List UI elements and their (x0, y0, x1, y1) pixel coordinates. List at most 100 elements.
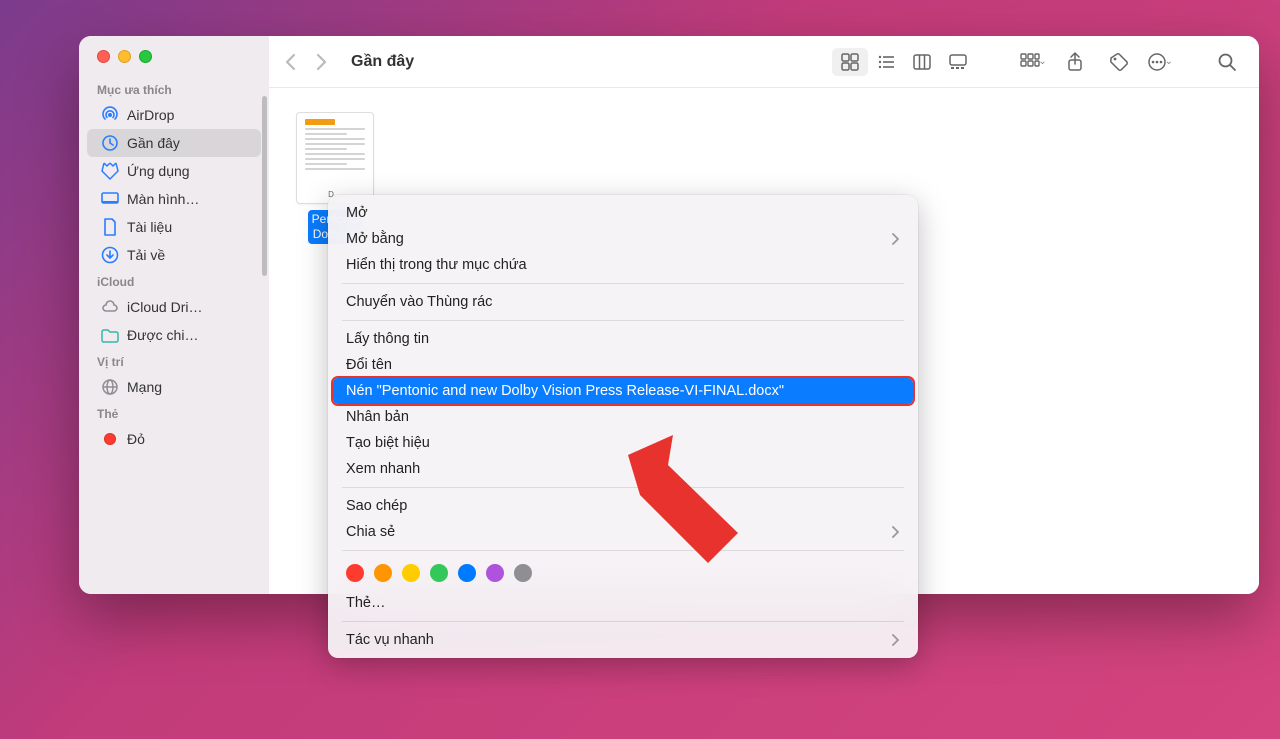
minimize-window-button[interactable] (118, 50, 131, 63)
tag-red-icon (101, 430, 119, 448)
sidebar-item-label: iCloud Dri… (127, 299, 202, 315)
download-icon (101, 246, 119, 264)
menu-item-label: Nén "Pentonic and new Dolby Vision Press… (346, 383, 784, 399)
menu-item-label: Tạo biệt hiệu (346, 435, 430, 451)
share-button[interactable] (1059, 48, 1091, 76)
menu-tag-color[interactable] (346, 564, 364, 582)
menu-item-label: Mở (346, 205, 368, 221)
toolbar: Gần đây ⌄ ⌄ (269, 36, 1259, 88)
menu-item[interactable]: Chuyển vào Thùng rác (328, 289, 918, 315)
menu-item[interactable]: Mở bằng (328, 226, 918, 252)
menu-tag-color[interactable] (514, 564, 532, 582)
chevron-down-icon: ⌄ (1165, 56, 1173, 67)
sidebar-item-label: Tải về (127, 247, 165, 263)
back-button[interactable] (285, 53, 297, 71)
context-menu: Mở Mở bằng Hiển thị trong thư mục chứa Chuy… (328, 195, 918, 658)
window-controls (79, 50, 269, 77)
sidebar-section-header: Vị trí (79, 349, 269, 373)
menu-item[interactable]: Tác vụ nhanh (328, 627, 918, 653)
menu-item-label: Lấy thông tin (346, 331, 429, 347)
menu-item-label: Tác vụ nhanh (346, 632, 434, 648)
zoom-window-button[interactable] (139, 50, 152, 63)
menu-separator (342, 487, 904, 488)
menu-item-label: Xem nhanh (346, 461, 420, 477)
chevron-right-icon (892, 634, 900, 646)
sidebar: Mục ưa thíchAirDrop Gần đây Ứng dụng Màn hì… (79, 36, 269, 594)
sidebar-item-m-ng[interactable]: Mạng (87, 373, 261, 401)
chevron-right-icon (892, 526, 900, 538)
sidebar-item-icloud-dri-[interactable]: iCloud Dri… (87, 293, 261, 321)
sidebar-item-g-n-y[interactable]: Gần đây (87, 129, 261, 157)
menu-item[interactable]: Mở (328, 200, 918, 226)
menu-tag-color[interactable] (486, 564, 504, 582)
menu-tag-color[interactable] (374, 564, 392, 582)
menu-item[interactable]: Chia sẻ (328, 519, 918, 545)
menu-tag-color[interactable] (430, 564, 448, 582)
apps-icon (101, 162, 119, 180)
menu-item[interactable]: Nhân bản (328, 404, 918, 430)
menu-item[interactable]: Thẻ… (328, 590, 918, 616)
doc-icon (101, 218, 119, 236)
cloud-icon (101, 298, 119, 316)
menu-item[interactable]: Lấy thông tin (328, 326, 918, 352)
file-thumbnail: D… (296, 112, 374, 204)
list-view-button[interactable] (868, 48, 904, 76)
close-window-button[interactable] (97, 50, 110, 63)
search-button[interactable] (1211, 48, 1243, 76)
sidebar-section-header: iCloud (79, 269, 269, 293)
menu-item[interactable]: Tạo biệt hiệu (328, 430, 918, 456)
sidebar-item-label: Gần đây (127, 135, 180, 151)
sidebar-section-header: Mục ưa thích (79, 77, 269, 101)
sidebar-item-label: Tài liệu (127, 219, 172, 235)
clock-icon (101, 134, 119, 152)
menu-item-label: Chia sẻ (346, 524, 395, 540)
menu-separator (342, 550, 904, 551)
menu-item[interactable]: Sao chép (328, 493, 918, 519)
network-icon (101, 378, 119, 396)
gallery-view-button[interactable] (940, 48, 976, 76)
sidebar-section-header: Thẻ (79, 401, 269, 425)
sidebar-item--[interactable]: Đỏ (87, 425, 261, 453)
menu-item[interactable]: Xem nhanh (328, 456, 918, 482)
sidebar-item-m-n-h-nh-[interactable]: Màn hình… (87, 185, 261, 213)
group-by-button[interactable]: ⌄ (1020, 48, 1046, 76)
airdrop-icon (101, 106, 119, 124)
chevron-right-icon (892, 233, 900, 245)
menu-tag-color[interactable] (402, 564, 420, 582)
menu-separator (342, 320, 904, 321)
menu-tag-color[interactable] (458, 564, 476, 582)
sidebar-item-t-i-v-[interactable]: Tải về (87, 241, 261, 269)
column-view-button[interactable] (904, 48, 940, 76)
icon-view-button[interactable] (832, 48, 868, 76)
menu-item-label: Sao chép (346, 498, 407, 514)
tags-button[interactable] (1103, 48, 1135, 76)
sidebar-item-label: Được chi… (127, 327, 198, 343)
menu-tag-row (328, 556, 918, 590)
sidebar-item-label: Màn hình… (127, 191, 199, 207)
menu-item-label: Đổi tên (346, 357, 392, 373)
menu-item-label: Chuyển vào Thùng rác (346, 294, 492, 310)
menu-item[interactable]: Đổi tên (328, 352, 918, 378)
view-mode-group (832, 48, 976, 76)
menu-item-label: Mở bằng (346, 231, 404, 247)
forward-button[interactable] (315, 53, 327, 71)
chevron-down-icon: ⌄ (1038, 56, 1046, 67)
sidebar-item-label: Đỏ (127, 431, 145, 447)
action-button[interactable]: ⌄ (1147, 48, 1173, 76)
desktop-icon (101, 190, 119, 208)
sidebar-item-label: Mạng (127, 379, 162, 395)
sidebar-scrollbar[interactable] (262, 96, 267, 276)
menu-item-label: Nhân bản (346, 409, 409, 425)
shared-icon (101, 326, 119, 344)
window-title: Gần đây (351, 53, 820, 71)
menu-separator (342, 283, 904, 284)
menu-item[interactable]: Nén "Pentonic and new Dolby Vision Press… (333, 378, 913, 404)
sidebar-item-label: Ứng dụng (127, 163, 190, 179)
sidebar-item-t-i-li-u[interactable]: Tài liệu (87, 213, 261, 241)
menu-separator (342, 621, 904, 622)
menu-item-label: Hiển thị trong thư mục chứa (346, 257, 527, 273)
menu-item[interactable]: Hiển thị trong thư mục chứa (328, 252, 918, 278)
sidebar-item--ng-d-ng[interactable]: Ứng dụng (87, 157, 261, 185)
sidebar-item-airdrop[interactable]: AirDrop (87, 101, 261, 129)
sidebar-item--c-chi-[interactable]: Được chi… (87, 321, 261, 349)
